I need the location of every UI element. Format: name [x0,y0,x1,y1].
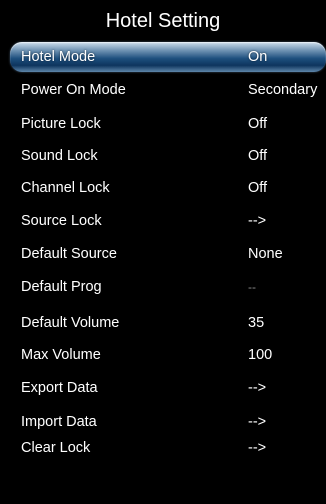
menu-item-label: Sound Lock [21,148,98,164]
menu-item-value: --> [248,213,267,229]
menu-item-default-volume[interactable]: Default Volume 35 [10,308,326,338]
menu-item-value: --> [248,380,267,396]
menu-item-label: Export Data [21,380,98,396]
menu-item-default-source[interactable]: Default Source None [10,239,326,269]
menu-item-max-volume[interactable]: Max Volume 100 [10,340,326,370]
menu-item-channel-lock[interactable]: Channel Lock Off [10,173,326,203]
menu-item-value: --> [248,440,267,456]
menu-item-label: Max Volume [21,347,101,363]
menu-item-power-on-mode[interactable]: Power On Mode Secondary [10,75,326,105]
menu-item-label: Power On Mode [21,82,126,98]
menu-item-hotel-mode[interactable]: Hotel Mode On [10,42,326,72]
menu-item-label: Clear Lock [21,440,91,456]
menu-item-value: None [248,246,283,262]
page-title: Hotel Setting [105,10,221,32]
menu-item-sound-lock[interactable]: Sound Lock Off [10,141,326,171]
menu-item-label: Source Lock [21,213,102,229]
menu-item-clear-lock[interactable]: Clear Lock --> [10,433,326,463]
menu-item-label: Picture Lock [21,116,101,132]
menu-item-value: Off [248,148,268,164]
menu-item-label: Channel Lock [21,180,110,196]
menu-item-value: Off [248,116,268,132]
menu-item-label: Default Prog [21,279,102,295]
menu-item-value: Off [248,180,268,196]
menu-item-value: Secondary [248,82,318,98]
menu-item-value: On [248,49,268,65]
menu-item-export-data[interactable]: Export Data --> [10,373,326,403]
menu-item-label: Hotel Mode [21,49,96,65]
menu-item-value: -- [248,280,256,294]
menu-item-label: Default Source [21,246,117,262]
menu-item-value: 35 [248,315,265,331]
menu-item-source-lock[interactable]: Source Lock --> [10,206,326,236]
menu-item-picture-lock[interactable]: Picture Lock Off [10,109,326,139]
menu-item-label: Default Volume [21,315,120,331]
menu-item-default-prog[interactable]: Default Prog -- [10,272,326,302]
menu-item-value: 100 [248,347,273,363]
